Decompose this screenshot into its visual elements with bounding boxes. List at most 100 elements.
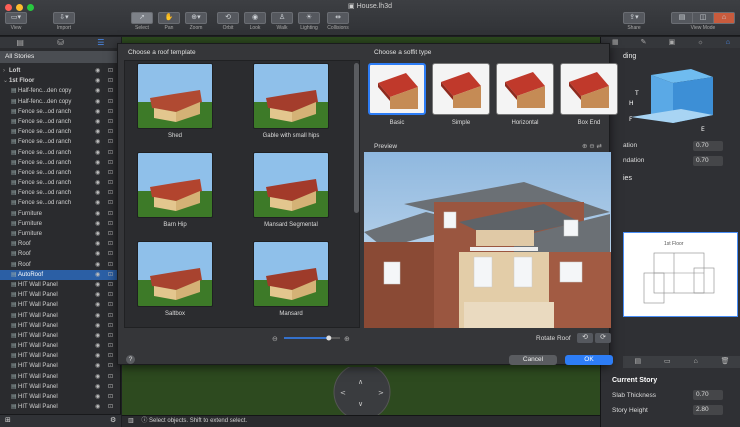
navigation-joystick[interactable]: ∧ ∨ < > (322, 367, 392, 417)
eye-icon[interactable]: ◉ (95, 260, 100, 270)
tree-row[interactable]: ▤ Fence se...od ranch ◉ ⊡ (0, 127, 121, 137)
zoom-fit-icon[interactable]: ⇄ (597, 143, 602, 150)
lock-icon[interactable]: ⊡ (108, 351, 113, 361)
eye-icon[interactable]: ◉ (95, 148, 100, 158)
lock-icon[interactable]: ⊡ (108, 270, 113, 280)
layers-icon[interactable]: ⊞ (5, 416, 11, 424)
tree-row[interactable]: ▤ Roof ◉ ⊡ (0, 260, 121, 270)
lock-icon[interactable]: ⊡ (108, 76, 113, 86)
eye-icon[interactable]: ◉ (95, 361, 100, 371)
tree-row[interactable]: ▤ HIT Wall Panel ◉ ⊡ (0, 351, 121, 361)
lock-icon[interactable]: ⊡ (108, 361, 113, 371)
soffit-option[interactable]: Horizontal (496, 63, 554, 126)
rotate-left-button[interactable]: ⟲ (577, 333, 593, 343)
list-tab[interactable]: ☰ (81, 37, 121, 48)
bed-icon[interactable]: ▭ (664, 356, 671, 368)
disclosure-icon[interactable]: › (3, 66, 5, 76)
split-view-icon[interactable]: ◫ (692, 13, 713, 23)
tree-row[interactable]: ▤ HIT Wall Panel ◉ ⊡ (0, 402, 121, 412)
eye-icon[interactable]: ◉ (95, 158, 100, 168)
trash-icon[interactable]: 🗑 (721, 356, 730, 368)
tree-row[interactable]: ▤ HIT Wall Panel ◉ ⊡ (0, 382, 121, 392)
lock-icon[interactable]: ⊡ (108, 280, 113, 290)
lock-icon[interactable]: ⊡ (108, 372, 113, 382)
lock-icon[interactable]: ⊡ (108, 168, 113, 178)
tree-row[interactable]: ⌄ 1st Floor ◉ ⊡ (0, 76, 121, 86)
tree-row[interactable]: ▤ AutoRoof ◉ ⊡ (0, 269, 121, 280)
tree-row[interactable]: ▤ HIT Wall Panel ◉ ⊡ (0, 280, 121, 290)
roof-template-option[interactable]: Mansard Segmental (243, 152, 339, 228)
tree-row[interactable]: ▤ HIT Wall Panel ◉ ⊡ (0, 372, 121, 382)
tree-row[interactable]: ▤ Half-fenc...den copy ◉ ⊡ (0, 97, 121, 107)
tree-row[interactable]: ▤ HIT Wall Panel ◉ ⊡ (0, 311, 121, 321)
eye-icon[interactable]: ◉ (95, 229, 100, 239)
lock-icon[interactable]: ⊡ (108, 127, 113, 137)
template-scrollbar[interactable] (354, 63, 359, 213)
soffit-option[interactable]: Basic (368, 63, 426, 126)
lock-icon[interactable]: ⊡ (108, 209, 113, 219)
lock-icon[interactable]: ⊡ (108, 148, 113, 158)
zoom-in-icon[interactable]: ⊕ (582, 143, 587, 150)
eye-icon[interactable]: ◉ (95, 351, 100, 361)
roof-template-option[interactable]: Mansard (243, 241, 339, 317)
view-button[interactable]: ▭▾ View (4, 12, 28, 34)
sidebar-toggle-icon[interactable]: ▥ (128, 418, 134, 424)
wall-icon[interactable]: ▦ (612, 37, 619, 48)
story-height-field[interactable]: 2.80 (693, 405, 723, 415)
lock-icon[interactable]: ⊡ (108, 300, 113, 310)
eye-icon[interactable]: ◉ (95, 331, 100, 341)
eye-icon[interactable]: ◉ (95, 76, 100, 86)
tree-row[interactable]: ▤ HIT Wall Panel ◉ ⊡ (0, 331, 121, 341)
tree-row[interactable]: ▤ Roof ◉ ⊡ (0, 249, 121, 259)
cancel-button[interactable]: Cancel (509, 355, 557, 365)
inspector-row-field[interactable]: 0.70 (693, 156, 723, 166)
roof-template-option[interactable]: Shed (127, 63, 223, 139)
tree-row[interactable]: ▤ HIT Wall Panel ◉ ⊡ (0, 321, 121, 331)
zoom-out-icon[interactable]: ⊖ (589, 143, 594, 150)
eye-icon[interactable]: ◉ (95, 372, 100, 382)
plan-view-icon[interactable]: ▤ (672, 13, 692, 23)
lock-icon[interactable]: ⊡ (108, 249, 113, 259)
tree-row[interactable]: ▤ Fence se...od ranch ◉ ⊡ (0, 188, 121, 198)
lock-icon[interactable]: ⊡ (108, 188, 113, 198)
orbit-tool-button[interactable]: ⟲ Orbit (216, 12, 240, 34)
inspector-row-field[interactable]: 0.70 (693, 141, 723, 151)
lock-icon[interactable]: ⊡ (108, 382, 113, 392)
roof-template-option[interactable]: Barn Hip (127, 152, 223, 228)
select-tool-button[interactable]: ➚ Select (130, 12, 154, 34)
import-button[interactable]: ⇩▾ Import (52, 12, 76, 34)
story-plan-thumbnail[interactable]: 1st Floor (623, 232, 738, 317)
lock-icon[interactable]: ⊡ (108, 178, 113, 188)
lock-icon[interactable]: ⊡ (108, 392, 113, 402)
eye-icon[interactable]: ◉ (95, 392, 100, 402)
eye-icon[interactable]: ◉ (95, 300, 100, 310)
library-tab[interactable]: ▤ (0, 37, 40, 48)
lock-icon[interactable]: ⊡ (108, 331, 113, 341)
pan-tool-button[interactable]: ✋ Pan (157, 12, 181, 34)
tree-row[interactable]: ▤ HIT Wall Panel ◉ ⊡ (0, 361, 121, 371)
lock-icon[interactable]: ⊡ (108, 66, 113, 76)
objects-tab[interactable]: ⛁ (40, 37, 80, 48)
lock-icon[interactable]: ⊡ (108, 97, 113, 107)
roof-template-option[interactable]: Gable with small hips (243, 63, 339, 139)
roof-preview[interactable] (364, 152, 611, 328)
tree-row[interactable]: ▤ HIT Wall Panel ◉ ⊡ (0, 392, 121, 402)
tree-row[interactable]: ▤ Fence se...od ranch ◉ ⊡ (0, 198, 121, 208)
lock-icon[interactable]: ⊡ (108, 158, 113, 168)
eye-icon[interactable]: ◉ (95, 239, 100, 249)
roof-template-option[interactable]: Saltbox (127, 241, 223, 317)
look-tool-button[interactable]: ◉ Look (243, 12, 267, 34)
lock-icon[interactable]: ⊡ (108, 311, 113, 321)
eye-icon[interactable]: ◉ (95, 168, 100, 178)
lock-icon[interactable]: ⊡ (108, 239, 113, 249)
soffit-option[interactable]: Box End (560, 63, 618, 126)
eye-icon[interactable]: ◉ (95, 341, 100, 351)
thumbnail-size-slider[interactable]: ⊖ ⊕ (272, 333, 352, 343)
tree-row[interactable]: ▤ HIT Wall Panel ◉ ⊡ (0, 300, 121, 310)
eye-icon[interactable]: ◉ (95, 188, 100, 198)
tree-row[interactable]: ▤ HIT Wall Panel ◉ ⊡ (0, 341, 121, 351)
sun-icon[interactable]: ☼ (697, 37, 703, 48)
eye-icon[interactable]: ◉ (95, 198, 100, 208)
lock-icon[interactable]: ⊡ (108, 219, 113, 229)
brush-icon[interactable]: ✎ (641, 37, 647, 48)
